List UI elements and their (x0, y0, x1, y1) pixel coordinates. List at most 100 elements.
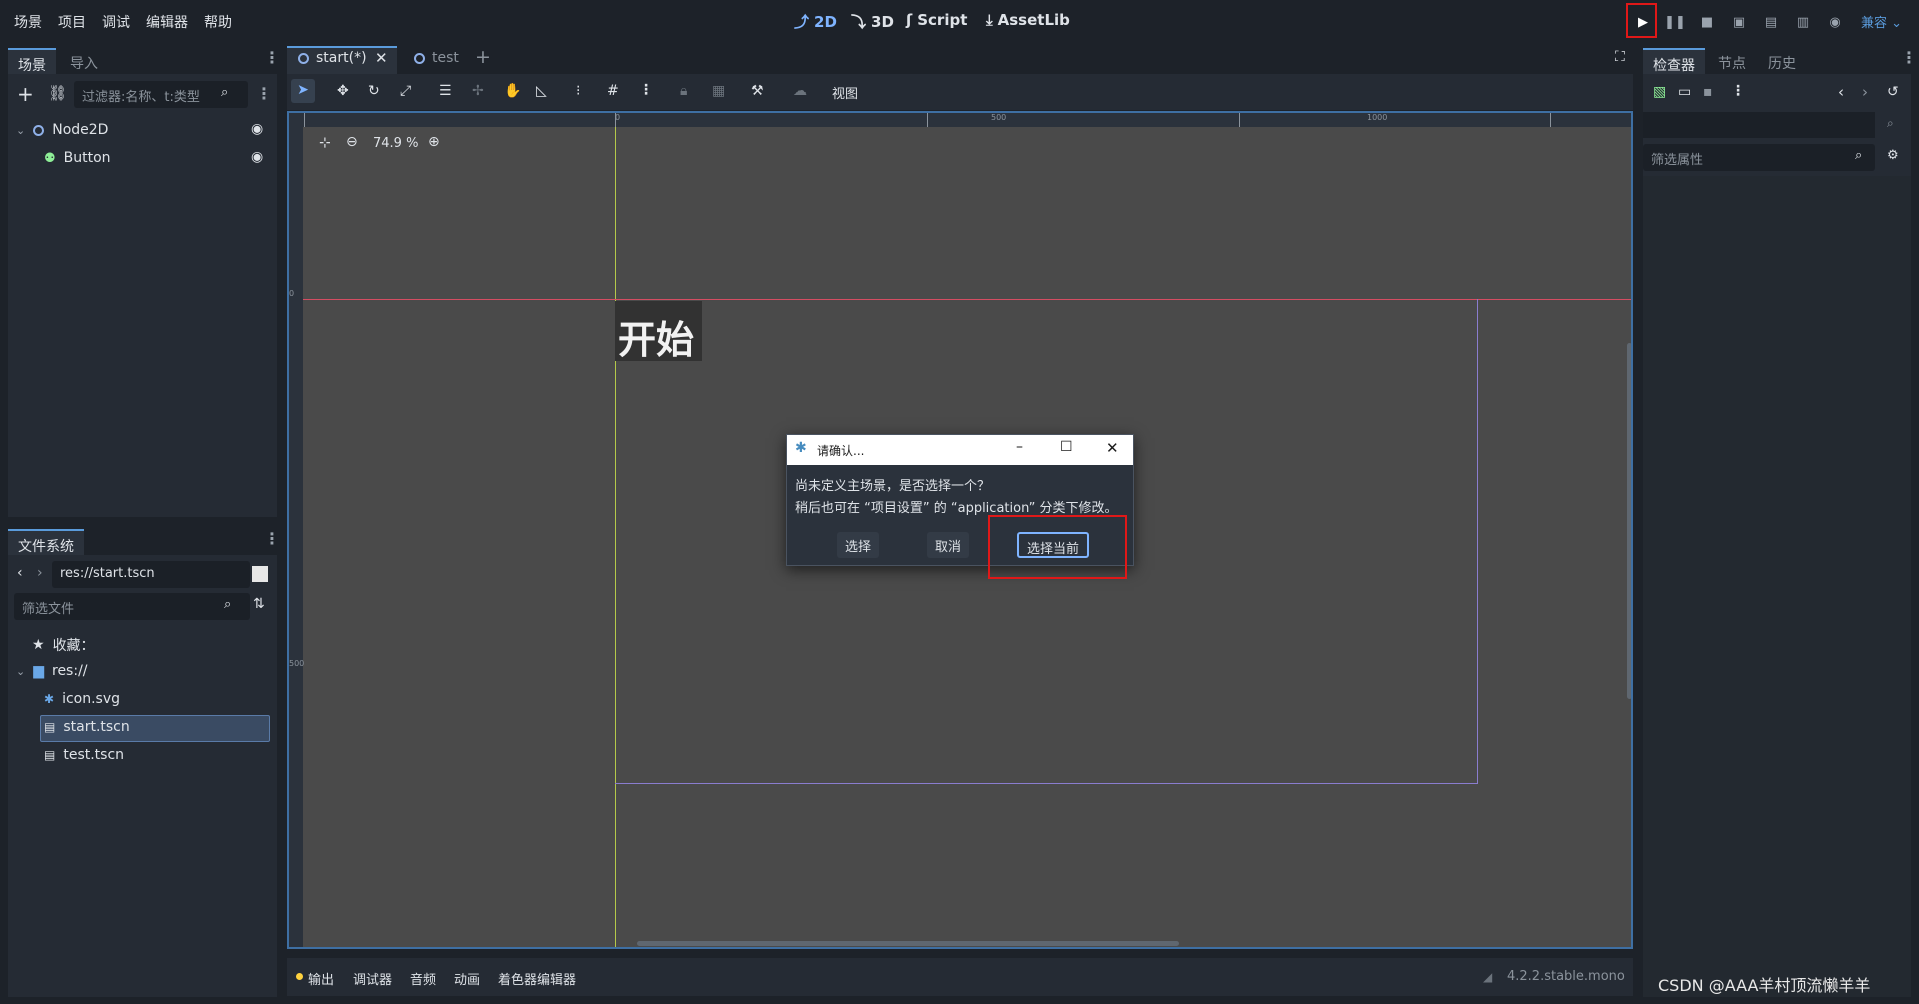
mode-script-button[interactable]: ʃ Script (906, 11, 967, 29)
tab-animation[interactable]: 动画 (454, 969, 480, 988)
chevron-down-icon[interactable]: ⌄ (16, 665, 25, 678)
scale-tool-icon[interactable]: ⤢ (400, 83, 411, 99)
add-node-icon[interactable]: + (17, 82, 34, 106)
maximize-icon[interactable]: ☐ (1060, 439, 1073, 455)
split-mode-icon[interactable] (252, 566, 268, 582)
pause-button[interactable]: ❚❚ (1663, 10, 1687, 34)
movie-maker-button[interactable]: ◉ (1823, 10, 1847, 34)
forward-icon[interactable]: › (37, 565, 43, 581)
tree-node-node2d[interactable]: ⌄ Node2D (16, 122, 108, 138)
minimize-icon[interactable]: – (1016, 439, 1023, 455)
close-icon[interactable]: ✕ (1106, 439, 1119, 457)
move-tool-icon[interactable]: ✥ (337, 83, 349, 99)
close-icon[interactable]: ✕ (375, 49, 388, 67)
menu-help[interactable]: 帮助 (204, 12, 232, 32)
save-icon[interactable]: ▪ (1703, 84, 1713, 100)
ruler-tick (927, 113, 928, 127)
tab-output[interactable]: 输出 (308, 969, 334, 988)
menu-debug[interactable]: 调试 (102, 12, 130, 32)
object-history-icon[interactable]: ↺ (1887, 84, 1899, 100)
tab-import[interactable]: 导入 (60, 48, 108, 74)
sort-icon[interactable]: ⇅ (253, 596, 265, 612)
dock-menu-icon[interactable]: ⋮ (264, 529, 280, 548)
history-forward-icon[interactable]: › (1862, 83, 1868, 101)
view-menu[interactable]: 视图 (832, 83, 858, 102)
rotate-tool-icon[interactable]: ↻ (368, 83, 380, 99)
dock-menu-icon[interactable]: ⋮ (264, 48, 280, 67)
open-folder-icon[interactable]: ▭ (1678, 84, 1691, 100)
distraction-free-icon[interactable]: ⛶ (1615, 49, 1625, 65)
link-icon[interactable]: ⛓ (48, 84, 67, 102)
grid-snap-icon[interactable]: # (607, 83, 619, 99)
file-test-tscn[interactable]: ▤ test.tscn (44, 747, 124, 763)
visibility-eye-icon[interactable]: ◉ (251, 149, 263, 165)
tab-shader-editor[interactable]: 着色器编辑器 (498, 969, 576, 988)
history-back-icon[interactable]: ‹ (1838, 83, 1844, 101)
path-field[interactable]: res://start.tscn (52, 561, 250, 588)
center-view-icon[interactable]: ⊹ (319, 135, 331, 151)
doc-icon[interactable]: ⌕ (1887, 116, 1894, 131)
tab-node[interactable]: 节点 (1708, 48, 1756, 74)
stop-icon: ■ (1700, 14, 1714, 30)
tab-debugger[interactable]: 调试器 (353, 969, 392, 988)
renderer-select[interactable]: 兼容 ⌄ (1861, 12, 1902, 31)
resource-options-icon[interactable]: ⋮ (1731, 83, 1745, 99)
smart-snap-icon[interactable]: ⁝ (576, 83, 580, 99)
button-node-preview[interactable]: 开始 (615, 301, 702, 362)
zoom-in-icon[interactable]: ⊕ (428, 134, 440, 150)
horizontal-scrollbar[interactable] (637, 941, 1179, 946)
tab-inspector[interactable]: 检查器 (1643, 48, 1705, 74)
tab-audio[interactable]: 音频 (410, 969, 436, 988)
file-start-tscn[interactable]: ▤ start.tscn (44, 719, 130, 735)
tab-filesystem[interactable]: 文件系统 (8, 529, 84, 555)
list-select-icon[interactable]: ☰ (439, 83, 452, 99)
mode-assetlib-button[interactable]: ⤓ AssetLib (986, 11, 1070, 29)
bone-icon[interactable]: ⚒ (751, 83, 764, 99)
ruler-tool-icon[interactable]: ◺ (536, 83, 547, 99)
cloud-icon[interactable]: ☁ (793, 83, 807, 99)
pan-tool-icon[interactable]: ✋ (504, 83, 521, 99)
menu-editor[interactable]: 编辑器 (146, 12, 188, 32)
lock-icon[interactable]: 🔒︎ (680, 83, 687, 99)
object-path-field[interactable] (1643, 112, 1875, 138)
cancel-button[interactable]: 取消 (927, 532, 970, 558)
mode-3d-button[interactable]: ⤵ 3D (851, 11, 894, 32)
folder-res[interactable]: ⌄ ▆ res:// (16, 663, 88, 679)
menu-project[interactable]: 项目 (58, 12, 86, 32)
dock-menu-icon[interactable]: ⋮ (1901, 48, 1917, 67)
file-icon-svg[interactable]: ✱ icon.svg (44, 691, 120, 707)
menu-scene[interactable]: 场景 (14, 12, 42, 32)
property-options-icon[interactable]: ⚙ (1887, 148, 1899, 163)
snap-options-icon[interactable]: ⋮ (639, 82, 653, 98)
run-current-scene-button[interactable]: ▤ (1759, 10, 1783, 34)
godot-icon: ✱ (795, 440, 807, 456)
tab-history[interactable]: 历史 (1758, 48, 1806, 74)
run-custom-scene-button[interactable]: ▥ (1791, 10, 1815, 34)
dialog-titlebar[interactable]: ✱ 请确认... – ☐ ✕ (787, 435, 1133, 465)
select-button[interactable]: 选择 (837, 532, 880, 558)
back-icon[interactable]: ‹ (17, 565, 23, 581)
remote-debug-button[interactable]: ▣ (1727, 10, 1751, 34)
zoom-level[interactable]: 74.9 % (373, 136, 418, 151)
property-filter-input[interactable]: 筛选属性 (1643, 144, 1875, 171)
favorites-row[interactable]: ★ 收藏： (32, 635, 95, 655)
chevron-down-icon[interactable]: ⌄ (16, 124, 25, 137)
vertical-scrollbar[interactable] (1627, 343, 1631, 699)
visibility-eye-icon[interactable]: ◉ (251, 121, 263, 137)
mode-2d-button[interactable]: ⤴ 2D (794, 11, 837, 32)
search-icon: ⌕ (221, 85, 229, 100)
stop-button[interactable]: ■ (1695, 10, 1719, 34)
horizontal-ruler: 0 500 1000 (289, 113, 1631, 127)
select-tool-icon[interactable]: ➤ (291, 79, 315, 103)
add-tab-icon[interactable]: + (475, 46, 491, 68)
zoom-out-icon[interactable]: ⊖ (346, 134, 358, 150)
file-filter-input[interactable]: 筛选文件 (14, 593, 250, 620)
tree-node-button[interactable]: ⚉ Button (44, 150, 111, 166)
tab-test[interactable]: test (432, 50, 459, 66)
tab-start-label: start(*) (316, 50, 367, 66)
scene-options-icon[interactable]: ⋮ (256, 84, 272, 103)
new-resource-icon[interactable]: ▧ (1653, 84, 1666, 100)
group-icon[interactable]: ▦ (712, 83, 725, 99)
tab-scene[interactable]: 场景 (8, 48, 56, 74)
pivot-tool-icon[interactable]: ✢ (472, 83, 484, 99)
